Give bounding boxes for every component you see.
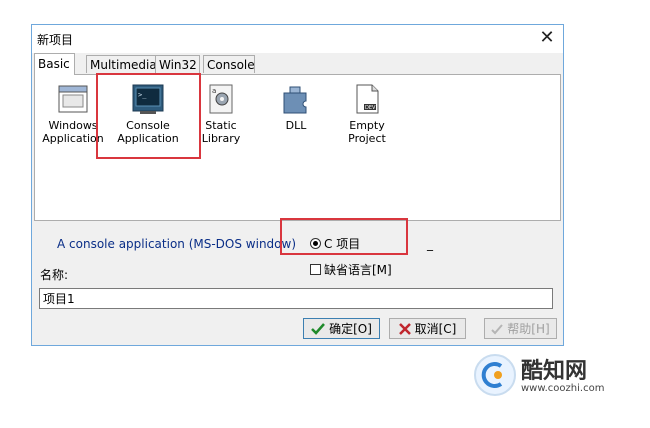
svg-text:DEV: DEV	[365, 105, 376, 111]
coozhi-logo-icon	[474, 354, 516, 396]
checkbox-unchecked-icon	[310, 264, 321, 275]
svg-text:a: a	[212, 87, 216, 95]
window-title: 新项目	[37, 33, 74, 47]
ok-button[interactable]: 确定[O]	[303, 318, 380, 339]
empty-project-icon: DEV	[351, 83, 383, 115]
template-label-line1: DLL	[285, 119, 307, 132]
project-name-input[interactable]	[39, 288, 553, 309]
default-language-checkbox[interactable]: 缺省语言[M]	[310, 261, 392, 278]
close-icon[interactable]: ✕	[537, 28, 557, 48]
tab-console[interactable]: Console	[203, 55, 255, 73]
static-library-icon: a	[205, 83, 237, 115]
checkmark-icon	[311, 322, 326, 335]
template-empty-project[interactable]: DEV Empty Project	[333, 83, 401, 145]
title-bar: 新项目 ✕	[32, 25, 563, 53]
template-dll[interactable]: DLL	[262, 83, 330, 132]
tab-win32[interactable]: Win32	[155, 55, 200, 73]
tab-basic[interactable]: Basic	[34, 53, 75, 75]
default-language-label: 缺省语言[M]	[324, 263, 392, 277]
language-cpp-option[interactable]: _	[427, 237, 433, 251]
template-description: A console application (MS-DOS window)	[57, 237, 297, 251]
dll-icon	[280, 83, 312, 115]
help-button[interactable]: 帮助[H]	[484, 318, 557, 339]
tab-multimedia[interactable]: Multimedia	[86, 55, 157, 73]
name-label: 名称:	[40, 268, 69, 282]
highlight-c-project	[280, 218, 408, 255]
cancel-button[interactable]: 取消[C]	[389, 318, 466, 339]
highlight-console-application	[96, 73, 201, 159]
watermark-brand: 酷知网	[521, 359, 588, 384]
ok-button-label: 确定[O]	[329, 322, 372, 336]
template-label-line1: Empty Project	[348, 119, 386, 145]
watermark-url: www.coozhi.com	[521, 383, 605, 394]
cross-icon	[398, 322, 411, 335]
help-icon	[491, 323, 504, 334]
windows-app-icon	[57, 83, 89, 115]
watermark: 酷知网 www.coozhi.com	[465, 345, 625, 405]
cancel-button-label: 取消[C]	[414, 322, 457, 336]
help-button-label: 帮助[H]	[507, 322, 550, 336]
